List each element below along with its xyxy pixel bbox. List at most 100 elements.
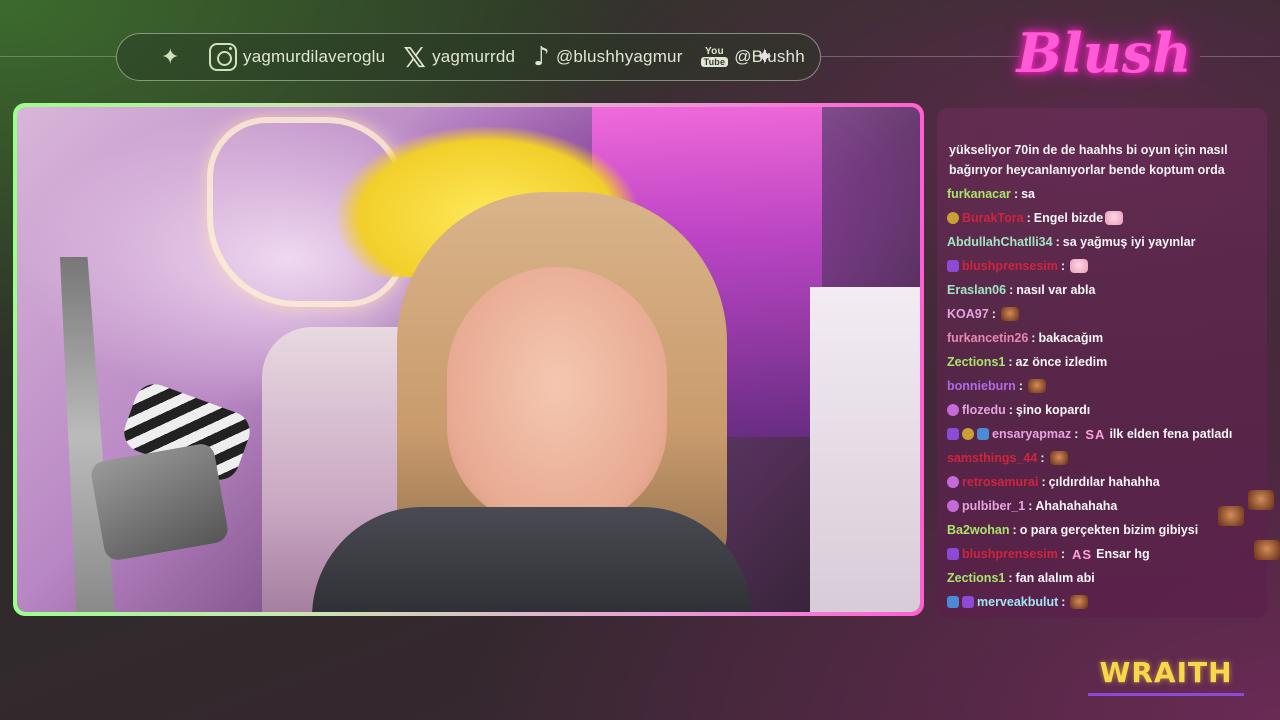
chat-message: merveakbulut:: [947, 590, 1257, 614]
chat-separator: :: [1008, 355, 1013, 369]
chat-message: Zections1: az önce izledim: [947, 350, 1257, 374]
emote-icon: [1248, 490, 1274, 510]
mod-badge-icon: [947, 404, 959, 416]
chat-username[interactable]: blushprensesim: [962, 259, 1058, 273]
social-x: 𝕏 yagmurrdd: [403, 41, 515, 74]
chat-separator: :: [1055, 235, 1060, 249]
logo-line-right: [1200, 56, 1280, 57]
chat-username[interactable]: Zections1: [947, 571, 1005, 585]
chat-separator: :: [1060, 259, 1066, 273]
chat-separator: :: [1018, 379, 1023, 393]
chat-username[interactable]: Zections1: [947, 355, 1005, 369]
chat-separator: :: [1008, 403, 1013, 417]
tiktok-icon: ♪: [533, 42, 550, 72]
emote-icon: [1218, 506, 1244, 526]
chat-text: bakacağım: [1038, 331, 1104, 345]
webcam-frame: [13, 103, 924, 616]
chat-text: Engel bizde: [1033, 211, 1104, 225]
instagram-icon: [209, 43, 237, 71]
chat-message: Zections1: fan alalım abi: [947, 566, 1257, 590]
emote-icon: [1070, 595, 1089, 609]
chat-separator: :: [1008, 571, 1013, 585]
chat-text: nasıl var abla: [1016, 283, 1096, 297]
chat-separator: :: [1060, 547, 1066, 561]
social-bar-line-right: [821, 56, 1020, 57]
chat-text: sa yağmuş iyi yayınlar: [1062, 235, 1196, 249]
chat-separator: :: [991, 307, 996, 321]
chat-message: flozedu: şino kopardı: [947, 398, 1257, 422]
bits-badge-icon: [947, 212, 959, 224]
chat-separator: :: [1041, 475, 1046, 489]
chat-message: Eraslan06: nasıl var abla: [947, 278, 1257, 302]
youtube-icon: You Tube: [700, 47, 729, 67]
bits-badge-icon: [962, 428, 974, 440]
chat-username[interactable]: blushprensesim: [962, 547, 1058, 561]
chat-username[interactable]: flozedu: [962, 403, 1006, 417]
emote-icon: [1070, 259, 1089, 273]
chat-username[interactable]: AbdullahChatlli34: [947, 235, 1053, 249]
chat-message: retrosamurai: çıldırdılar hahahha: [947, 470, 1257, 494]
sponsor-logo: WRAITH: [1088, 652, 1244, 696]
webcam-feed: [17, 107, 920, 612]
chat-username[interactable]: furkanacar: [947, 187, 1011, 201]
chat-username[interactable]: bonnieburn: [947, 379, 1016, 393]
chat-separator: :: [1061, 595, 1066, 609]
streamer-body: [312, 507, 752, 612]
chat-message: bonnieburn:: [947, 374, 1257, 398]
chat-separator: :: [1074, 427, 1079, 441]
chat-separator: :: [1012, 523, 1017, 537]
chat-message: samsthings_44:: [947, 446, 1257, 470]
vip-badge-icon: [947, 596, 959, 608]
social-instagram: yagmurdilaveroglu: [209, 43, 385, 71]
chat-text: o para gerçekten bizim gibiysi: [1019, 523, 1199, 537]
chat-emote: AS: [1072, 546, 1093, 562]
chat-separator: :: [1009, 283, 1014, 297]
chat-separator: :: [1013, 187, 1019, 201]
chat-text: ilk elden fena patladı: [1109, 427, 1233, 441]
tiktok-handle: @blushhyagmur: [555, 47, 683, 66]
social-youtube: You Tube @Blushh: [700, 47, 805, 67]
sparkle-icon: ✦: [755, 44, 774, 69]
chat-message: blushprensesim:: [947, 254, 1257, 278]
chat-list: furkanacar: sa BurakTora: Engel bizde Abdull…: [947, 182, 1257, 614]
chat-message-continuation: yükseliyor 70in de de haahhs bi oyun içi…: [949, 143, 1228, 177]
chat-username[interactable]: retrosamurai: [962, 475, 1038, 489]
emote-icon: [1000, 307, 1019, 321]
chat-message: furkanacar: sa: [947, 182, 1257, 206]
chat-username[interactable]: ensaryapmaz: [992, 427, 1071, 441]
chat-message: furkancetin26: bakacağım: [947, 326, 1257, 350]
emote-icon: [1105, 211, 1124, 225]
chat-username[interactable]: BurakTora: [962, 211, 1024, 225]
chat-text: fan alalım abi: [1015, 571, 1095, 585]
chat-message: KOA97:: [947, 302, 1257, 326]
brand-logo: Blush: [1016, 21, 1192, 85]
chat-message: AbdullahChatlli34: sa yağmuş iyi yayınlar: [947, 230, 1257, 254]
chat-username[interactable]: furkancetin26: [947, 331, 1028, 345]
chat-emote: SA: [1085, 426, 1106, 442]
microphone: [89, 441, 230, 563]
chat-username[interactable]: Eraslan06: [947, 283, 1006, 297]
chat-username[interactable]: KOA97: [947, 307, 989, 321]
chat-message: BurakTora: Engel bizde: [947, 206, 1257, 230]
chat-text: Ensar hg: [1096, 547, 1150, 561]
chat-username[interactable]: samsthings_44: [947, 451, 1037, 465]
sub-badge-icon: [947, 548, 959, 560]
emote-icon: [1254, 540, 1280, 560]
social-bar-line-left: [0, 56, 116, 57]
chat-username[interactable]: pulbiber_1: [962, 499, 1025, 513]
chat-text: Ahahahahaha: [1035, 499, 1118, 513]
chat-username[interactable]: merveakbulut: [977, 595, 1058, 609]
chat-message: Ba2wohan: o para gerçekten bizim gibiysi: [947, 518, 1257, 542]
emote-icon: [1049, 451, 1068, 465]
chat-username[interactable]: Ba2wohan: [947, 523, 1010, 537]
sparkle-icon: ✦: [161, 44, 180, 69]
chat-separator: :: [1031, 331, 1036, 345]
chat-text: şino kopardı: [1015, 403, 1091, 417]
chat-separator: :: [1040, 451, 1045, 465]
chat-message: ensaryapmaz: SA ilk elden fena patladı: [947, 422, 1257, 446]
sub-badge-icon: [947, 260, 959, 272]
chat-separator: :: [1026, 211, 1031, 225]
x-logo-icon: 𝕏: [403, 40, 427, 74]
social-tiktok: ♪ @blushhyagmur: [533, 42, 682, 72]
cabinet: [810, 287, 920, 612]
